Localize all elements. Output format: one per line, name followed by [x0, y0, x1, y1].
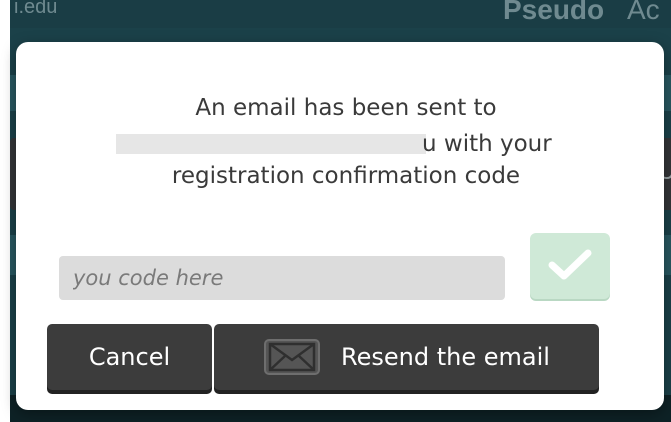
background-account-label: Ac — [627, 0, 660, 25]
background-pseudo-label: Pseudo — [503, 0, 605, 25]
screen: i.edu Pseudo Ac Ur An email has been sen… — [0, 0, 671, 422]
message-line-sent: An email has been sent to — [195, 95, 497, 121]
checkmark-icon — [548, 248, 592, 285]
cancel-button[interactable]: Cancel — [47, 324, 212, 390]
redacted-email-block — [116, 134, 426, 154]
message-email-tail: u with your — [422, 131, 552, 157]
confirmation-dialog: An email has been sent to u with your re… — [16, 42, 664, 410]
envelope-icon — [263, 338, 321, 376]
background-email-fragment: i.edu — [14, 0, 58, 18]
cancel-button-label: Cancel — [88, 343, 171, 371]
confirmation-code-input[interactable] — [59, 256, 505, 300]
message-line-code: registration confirmation code — [171, 163, 521, 189]
confirm-code-button[interactable] — [530, 233, 610, 299]
resend-button-label: Resend the email — [341, 343, 550, 371]
resend-email-button[interactable]: Resend the email — [214, 324, 599, 390]
